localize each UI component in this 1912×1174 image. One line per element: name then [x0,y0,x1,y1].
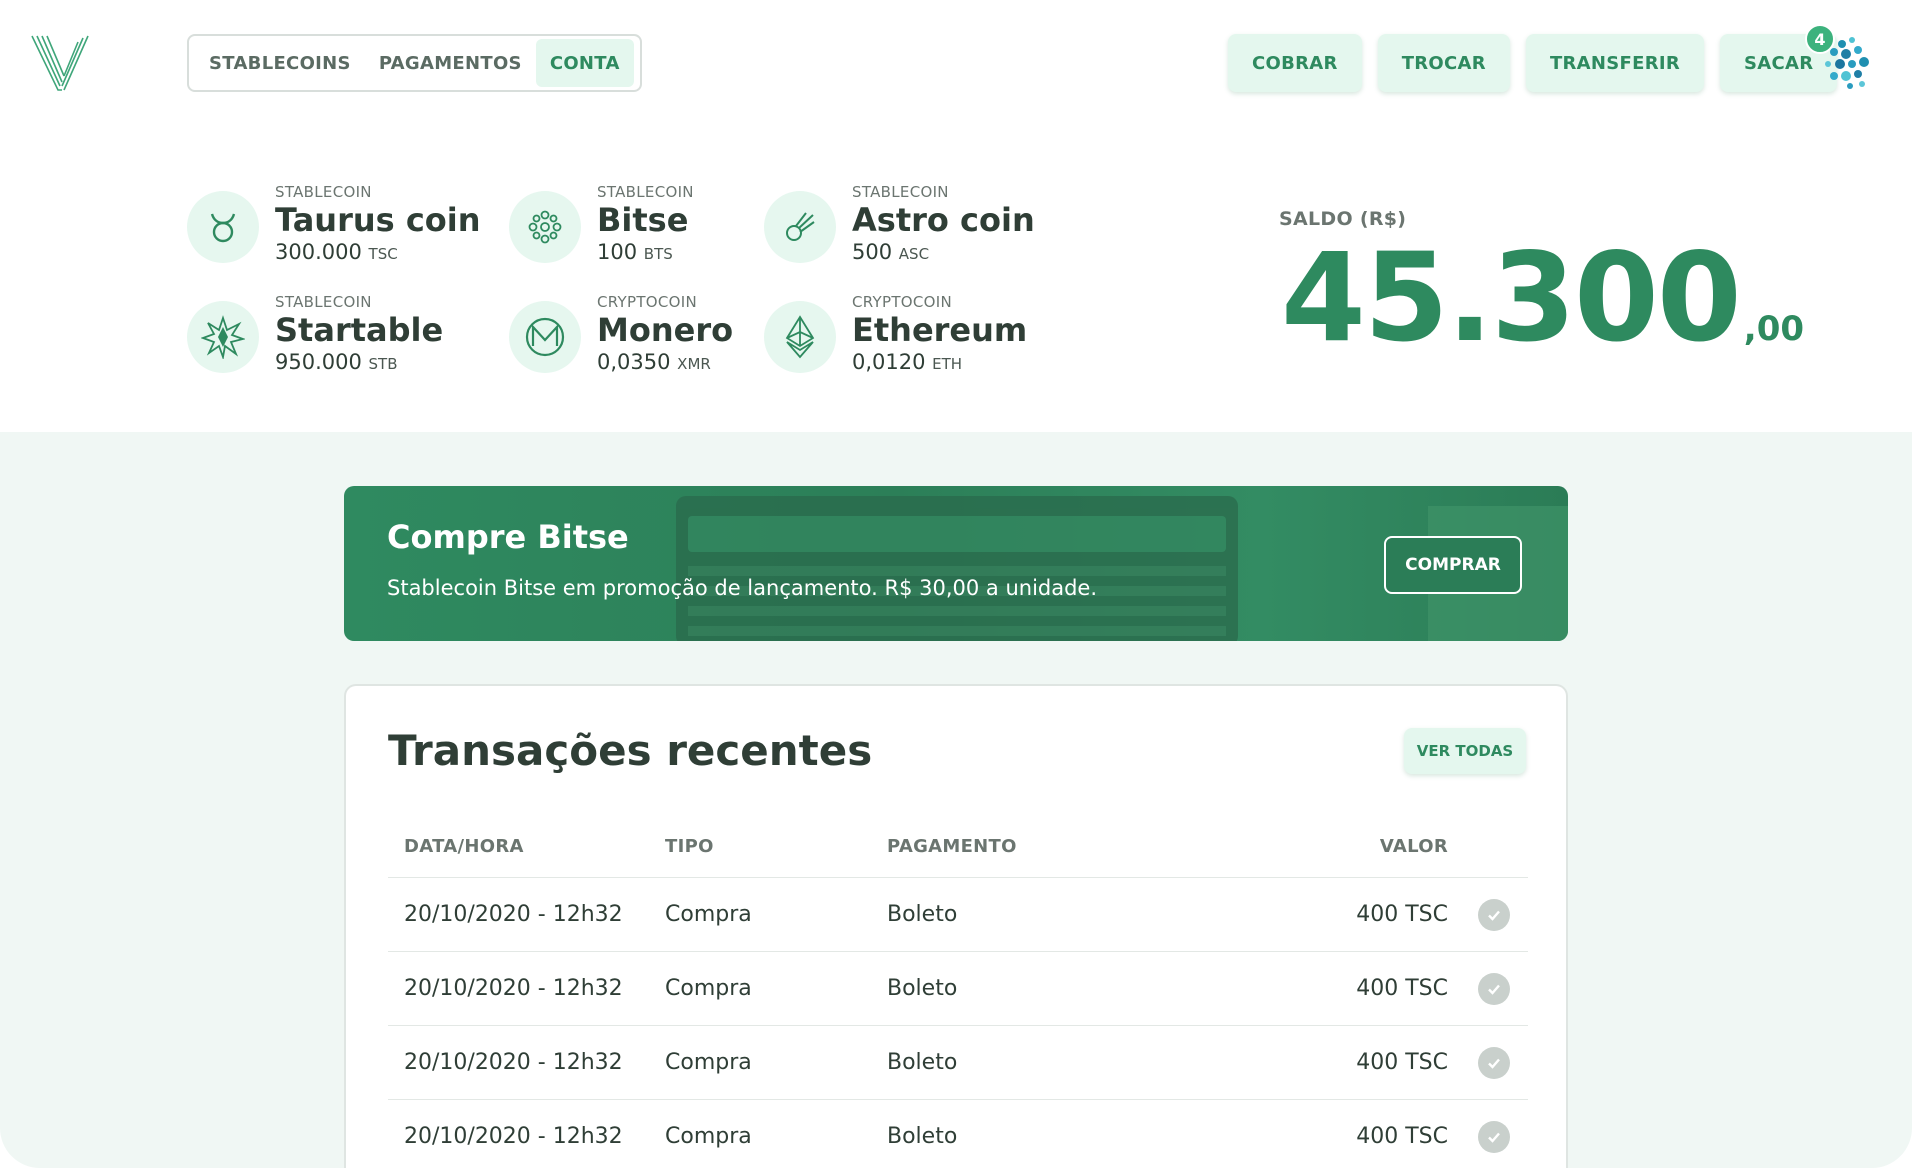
cell-payment: Boleto [887,902,958,927]
coin-amount: 300.000 TSC [275,240,398,264]
coin-name: Monero [597,311,734,349]
cell-type: Compra [665,1050,752,1075]
cell-payment: Boleto [887,1124,958,1149]
cell-type: Compra [665,1124,752,1149]
column-payment: PAGAMENTO [887,836,1017,857]
table-row[interactable]: 20/10/2020 - 12h32 Compra Boleto 400 TSC [388,1026,1528,1100]
transferir-button[interactable]: TRANSFERIR [1525,34,1705,92]
table-row[interactable]: 20/10/2020 - 12h32 Compra Boleto 400 TSC [388,1100,1528,1174]
cell-datetime: 20/10/2020 - 12h32 [404,1124,623,1149]
coin-category: CRYPTOCOIN [852,293,953,311]
coin-category: STABLECOIN [275,293,372,311]
view-all-button[interactable]: VER TODAS [1404,728,1526,774]
coin-taurus[interactable]: STABLECOIN Taurus coin 300.000 TSC [187,183,481,267]
coin-ethereum[interactable]: CRYPTOCOIN Ethereum 0,0120 ETH [764,293,1027,377]
bitse-icon [509,191,581,263]
check-icon[interactable] [1478,973,1510,1005]
coin-name: Taurus coin [275,201,481,239]
cell-value: 400 TSC [1356,1124,1448,1149]
coin-name: Astro coin [852,201,1035,239]
nav-pagamentos[interactable]: PAGAMENTOS [365,39,536,87]
main-nav: STABLECOINS PAGAMENTOS CONTA [187,34,642,92]
column-datetime: DATA/HORA [404,836,524,857]
cell-value: 400 TSC [1356,976,1448,1001]
star-icon [187,301,259,373]
coin-astro[interactable]: STABLECOIN Astro coin 500 ASC [764,183,1035,267]
coin-amount: 950.000 STB [275,350,398,374]
nav-conta[interactable]: CONTA [535,39,634,87]
action-buttons: COBRAR TROCAR TRANSFERIR SACAR [1228,34,1838,92]
coin-name: Ethereum [852,311,1028,349]
promo-background-image [676,496,1238,641]
coin-category: STABLECOIN [597,183,694,201]
coin-amount: 0,0350 XMR [597,350,711,374]
header: STABLECOINS PAGAMENTOS CONTA COBRAR TROC… [0,0,1912,130]
coin-name: Startable [275,311,444,349]
cell-value: 400 TSC [1356,1050,1448,1075]
notification-badge[interactable]: 4 [1805,24,1835,54]
transactions-title: Transações recentes [388,726,873,775]
taurus-icon [187,191,259,263]
check-icon[interactable] [1478,1121,1510,1153]
balance-value: 45.300 ,00 [1281,228,1804,368]
cell-type: Compra [665,976,752,1001]
table-row[interactable]: 20/10/2020 - 12h32 Compra Boleto 400 TSC [388,952,1528,1026]
coin-name: Bitse [597,201,689,239]
monero-icon [509,301,581,373]
logo-icon[interactable] [28,32,94,94]
transactions-card: Transações recentes VER TODAS DATA/HORA … [344,684,1568,1168]
check-icon[interactable] [1478,1047,1510,1079]
coin-category: CRYPTOCOIN [597,293,698,311]
cell-value: 400 TSC [1356,902,1448,927]
column-type: TIPO [665,836,714,857]
cell-payment: Boleto [887,976,958,1001]
coin-amount: 500 ASC [852,240,930,264]
nav-stablecoins[interactable]: STABLECOINS [195,39,365,87]
cell-datetime: 20/10/2020 - 12h32 [404,976,623,1001]
table-row[interactable]: 20/10/2020 - 12h32 Compra Boleto 400 TSC [388,878,1528,952]
cell-payment: Boleto [887,1050,958,1075]
cell-datetime: 20/10/2020 - 12h32 [404,1050,623,1075]
coin-category: STABLECOIN [275,183,372,201]
balance-decimal: ,00 [1743,309,1805,349]
cobrar-button[interactable]: COBRAR [1228,34,1362,92]
trocar-button[interactable]: TROCAR [1377,34,1510,92]
coin-amount: 100 BTS [597,240,673,264]
promo-text: Stablecoin Bitse em promoção de lançamen… [387,576,1098,600]
promo-banner: Compre Bitse Stablecoin Bitse em promoçã… [344,486,1568,641]
coin-startable[interactable]: STABLECOIN Startable 950.000 STB [187,293,443,377]
cell-type: Compra [665,902,752,927]
coin-category: STABLECOIN [852,183,949,201]
balance-integer: 45.300 [1281,227,1742,369]
cell-datetime: 20/10/2020 - 12h32 [404,902,623,927]
table-header: DATA/HORA TIPO PAGAMENTO VALOR [388,836,1528,878]
comprar-button[interactable]: COMPRAR [1384,536,1522,594]
promo-title: Compre Bitse [387,518,629,556]
coin-amount: 0,0120 ETH [852,350,963,374]
check-icon[interactable] [1478,899,1510,931]
coin-bitse[interactable]: STABLECOIN Bitse 100 BTS [509,183,694,267]
ethereum-icon [764,301,836,373]
column-value: VALOR [1379,836,1448,857]
coin-monero[interactable]: CRYPTOCOIN Monero 0,0350 XMR [509,293,733,377]
comet-icon [764,191,836,263]
